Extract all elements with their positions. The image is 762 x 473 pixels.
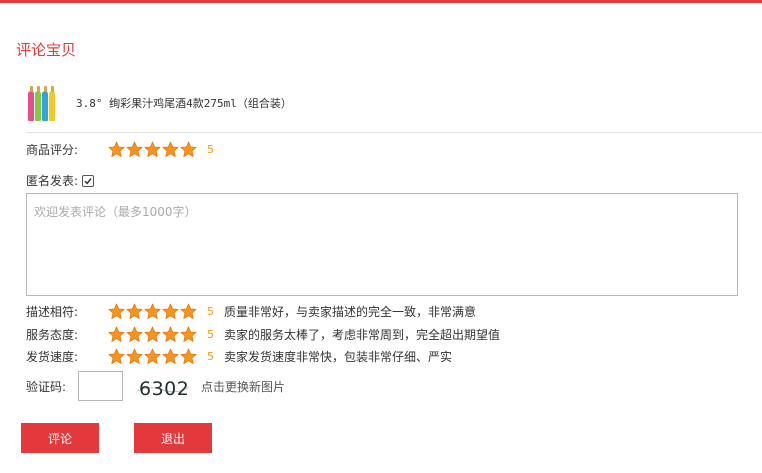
star-icon[interactable] [144,326,161,343]
detail-rating-label: 描述相符: [26,305,79,319]
product-thumbnail [28,85,64,121]
star-icon[interactable] [162,348,179,365]
delivery-rating-stars[interactable] [108,348,197,365]
anonymous-checkbox[interactable] [82,174,95,187]
star-icon[interactable] [180,348,197,365]
delivery-rating-row: 发货速度: 5 卖家发货速度非常快，包装非常仔细、严实 [26,348,452,365]
comment-textarea[interactable] [34,203,730,286]
anonymous-label: 匿名发表: [26,174,79,188]
product-info: 3.8° 绚彩果汁鸡尾酒4款275ml（组合装） [28,84,292,122]
service-rating-label: 服务态度: [26,328,79,342]
delivery-rating-score: 5 [207,350,214,363]
delivery-rating-desc: 卖家发货速度非常快，包装非常仔细、严实 [224,350,453,364]
service-rating-score: 5 [207,328,214,341]
comment-box [26,193,738,296]
service-rating-row: 服务态度: 5 卖家的服务太棒了，考虑非常周到，完全超出期望值 [26,326,500,343]
page-title: 评论宝贝 [16,41,77,59]
anonymous-row: 匿名发表: [26,172,95,189]
star-icon[interactable] [162,326,179,343]
star-icon[interactable] [108,303,125,320]
detail-rating-row: 描述相符: 5 质量非常好，与卖家描述的完全一致，非常满意 [26,303,476,320]
product-rating-label: 商品评分: [26,143,79,157]
submit-button[interactable]: 评论 [21,423,99,453]
product-rating-stars[interactable] [108,141,197,158]
top-accent-bar [0,0,762,3]
star-icon[interactable] [126,348,143,365]
star-icon[interactable] [162,303,179,320]
detail-rating-stars[interactable] [108,303,197,320]
bottle-blue [42,86,48,121]
delivery-rating-label: 发货速度: [26,350,79,364]
star-icon[interactable] [108,326,125,343]
captcha-input[interactable] [78,371,124,401]
star-icon[interactable] [108,348,125,365]
captcha-label: 验证码: [26,379,67,394]
captcha-row: 验证码: 6302 点击更换新图片 [26,371,285,401]
detail-rating-desc: 质量非常好，与卖家描述的完全一致，非常满意 [224,305,477,319]
star-icon[interactable] [144,303,161,320]
star-icon[interactable] [180,326,197,343]
checkmark-icon [84,177,92,185]
star-icon[interactable] [180,303,197,320]
star-icon[interactable] [126,303,143,320]
product-name: 3.8° 绚彩果汁鸡尾酒4款275ml（组合装） [76,97,292,110]
bottle-pink [28,86,34,121]
detail-rating-score: 5 [207,305,214,318]
star-icon[interactable] [162,141,179,158]
star-icon[interactable] [126,326,143,343]
captcha-image[interactable]: 6302 [135,375,192,397]
product-rating-row: 商品评分: 5 [26,141,214,158]
bottle-green [35,86,41,121]
bottle-yellow [49,86,55,121]
divider [26,132,762,133]
service-rating-desc: 卖家的服务太棒了，考虑非常周到，完全超出期望值 [224,328,501,342]
captcha-text: 6302 [139,378,189,397]
service-rating-stars[interactable] [108,326,197,343]
star-icon[interactable] [144,348,161,365]
captcha-refresh-link[interactable]: 点击更换新图片 [201,378,285,395]
exit-button[interactable]: 退出 [134,423,212,453]
star-icon[interactable] [180,141,197,158]
star-icon[interactable] [108,141,125,158]
star-icon[interactable] [126,141,143,158]
star-icon[interactable] [144,141,161,158]
product-rating-score: 5 [207,143,214,156]
